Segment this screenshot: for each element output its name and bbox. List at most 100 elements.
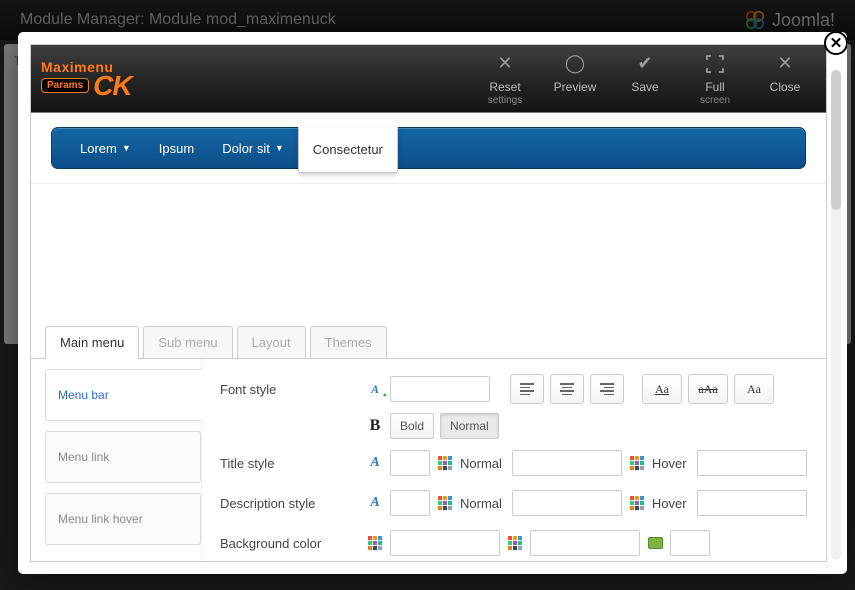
reset-sublabel: settings [488,95,522,106]
color-palette-icon[interactable] [506,534,524,552]
reset-label: Reset [489,80,520,94]
chevron-down-icon: ▼ [275,143,284,153]
label-desc-style: Description style [220,496,360,511]
side-tab-menu-bar[interactable]: Menu bar [45,369,202,421]
save-button[interactable]: ✔ Save [610,52,680,106]
tab-label: Sub menu [158,335,217,350]
bold-button[interactable]: Bold [390,413,434,439]
menu-item-label: Lorem [80,141,117,156]
reset-settings-button[interactable]: ✕ Reset settings [470,52,540,106]
config-tabs: Main menu Sub menu Layout Themes [31,326,826,359]
params-modal: ✕ Maximenu Params CK ✕ Reset settings ◯ … [18,32,847,574]
tab-label: Themes [325,335,372,350]
tab-label: Main menu [60,335,124,350]
save-label: Save [631,80,658,94]
close-icon: ✕ [830,34,843,52]
tab-sub-menu[interactable]: Sub menu [143,326,232,358]
tab-themes[interactable]: Themes [310,326,387,358]
desc-font-icon: A [366,494,384,512]
label-title-style: Title style [220,456,360,471]
tab-layout[interactable]: Layout [237,326,306,358]
row-title-style: Title style A Normal Hover [220,443,812,483]
fullscreen-icon [706,52,724,76]
modal-content: Maximenu Params CK ✕ Reset settings ◯ Pr… [30,44,827,562]
side-tabs: Menu bar Menu link Menu link hover [31,359,201,561]
row-description-style: Description style A Normal Hover [220,483,812,523]
color-palette-icon[interactable] [436,454,454,472]
color-palette-icon[interactable] [628,454,646,472]
strike-icon: aAa [698,382,717,397]
menu-preview-area: Lorem ▼ Ipsum Dolor sit ▼ Consectetur [31,113,826,184]
color-palette-icon[interactable] [366,534,384,552]
preview-whitespace [31,184,826,324]
form-area: Font style A Aa aAa Aa B Bold Norm [201,359,826,561]
text-strike-button[interactable]: aAa [688,374,728,404]
circle-icon: ◯ [565,52,585,76]
side-tab-menu-link-hover[interactable]: Menu link hover [45,493,201,545]
desc-normal-color-input[interactable] [512,490,622,516]
close-label: Close [770,80,801,94]
title-size-input[interactable] [390,450,430,476]
title-normal-color-input[interactable] [512,450,622,476]
maximenu-logo: Maximenu Params CK [41,55,211,103]
text-underline-button[interactable]: Aa [642,374,682,404]
row-background-color: Background color [220,523,812,561]
side-tab-label: Menu link [58,450,109,464]
normal-weight-button[interactable]: Normal [440,413,499,439]
text-none-button[interactable]: Aa [734,374,774,404]
menu-item-consectetur[interactable]: Consectetur [298,127,398,173]
bold-label: Bold [400,419,424,433]
title-hover-color-input[interactable] [697,450,807,476]
font-family-input[interactable] [390,376,490,402]
align-right-button[interactable] [590,374,624,404]
menu-item-label: Ipsum [159,141,194,156]
bg-image-input[interactable] [670,530,710,556]
config-panel: Menu bar Menu link Menu link hover Font … [31,359,826,561]
label-bg-color: Background color [220,536,360,551]
menu-item-label: Consectetur [313,142,383,157]
preview-label: Preview [554,80,597,94]
desc-hover-color-input[interactable] [697,490,807,516]
preview-button[interactable]: ◯ Preview [540,52,610,106]
image-swatch-icon[interactable] [646,534,664,552]
hover-color-label: Hover [652,456,687,471]
modal-close-button[interactable]: ✕ [824,32,847,55]
underline-icon: Aa [655,382,669,397]
logo-ck-text: CK [93,75,131,97]
align-left-button[interactable] [510,374,544,404]
label-font-style: Font style [220,382,360,397]
bold-icon: B [366,417,384,435]
close-button[interactable]: ✕ Close [750,52,820,106]
hover-color-label: Hover [652,496,687,511]
side-tab-menu-link[interactable]: Menu link [45,431,201,483]
color-palette-icon[interactable] [436,494,454,512]
tab-label: Layout [252,335,291,350]
fullscreen-button[interactable]: Full screen [680,52,750,106]
side-tab-label: Menu bar [58,388,109,402]
close-x-icon-2: ✕ [777,52,792,76]
menu-item-dolor-sit[interactable]: Dolor sit ▼ [208,128,298,168]
align-left-icon [520,383,534,395]
color-palette-icon[interactable] [628,494,646,512]
normal-color-label: Normal [460,496,502,511]
menu-item-lorem[interactable]: Lorem ▼ [66,128,145,168]
check-icon: ✔ [637,52,652,76]
preview-menu-bar: Lorem ▼ Ipsum Dolor sit ▼ Consectetur [51,127,806,169]
modal-toolbar: Maximenu Params CK ✕ Reset settings ◯ Pr… [31,45,826,113]
chevron-down-icon: ▼ [122,143,131,153]
scrollbar-thumb[interactable] [831,70,841,210]
normal-label: Normal [450,419,489,433]
side-tab-label: Menu link hover [58,512,143,526]
row-font-weight: B Bold Normal [220,409,812,443]
desc-size-input[interactable] [390,490,430,516]
bg-color1-input[interactable] [390,530,500,556]
align-center-button[interactable] [550,374,584,404]
tab-main-menu[interactable]: Main menu [45,326,139,358]
bg-color2-input[interactable] [530,530,640,556]
row-font-style: Font style A Aa aAa Aa [220,369,812,409]
menu-item-label: Dolor sit [222,141,270,156]
font-family-icon: A [366,380,384,398]
menu-item-ipsum[interactable]: Ipsum [145,128,208,168]
plain-icon: Aa [747,382,761,397]
modal-scrollbar[interactable] [831,70,841,560]
